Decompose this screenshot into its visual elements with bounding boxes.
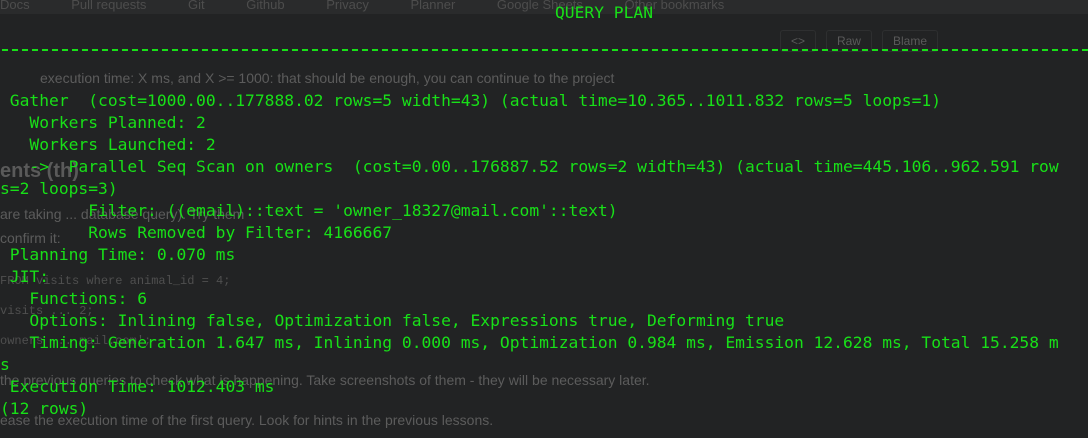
plan-line: Functions: 6: [0, 289, 148, 308]
plan-line: s: [0, 355, 10, 374]
plan-line: Rows Removed by Filter: 4166667: [0, 223, 393, 242]
plan-line: -> Parallel Seq Scan on owners (cost=0.0…: [0, 157, 1059, 176]
plan-line: Execution Time: 1012.403 ms: [0, 377, 275, 396]
row-count-line: (12 rows): [0, 399, 89, 418]
screen: Docs Pull requests Git Github Privacy Pl…: [0, 0, 1088, 438]
plan-line: Filter: ((email)::text = 'owner_18327@ma…: [0, 201, 618, 220]
plan-line: Workers Launched: 2: [0, 135, 216, 154]
plan-line: JIT:: [0, 267, 50, 286]
plan-line: Timing: Generation 1.647 ms, Inlining 0.…: [0, 333, 1059, 352]
plan-line: s=2 loops=3): [0, 179, 118, 198]
query-plan-header: QUERY PLAN: [554, 3, 654, 22]
header-separator: [2, 49, 1088, 51]
plan-line: Planning Time: 0.070 ms: [0, 245, 236, 264]
plan-line: Workers Planned: 2: [0, 113, 206, 132]
terminal-window[interactable]: QUERY PLAN Gather (cost=1000.00..177888.…: [0, 0, 1088, 438]
plan-line: Gather (cost=1000.00..177888.02 rows=5 w…: [0, 91, 942, 110]
plan-line: Options: Inlining false, Optimization fa…: [0, 311, 785, 330]
